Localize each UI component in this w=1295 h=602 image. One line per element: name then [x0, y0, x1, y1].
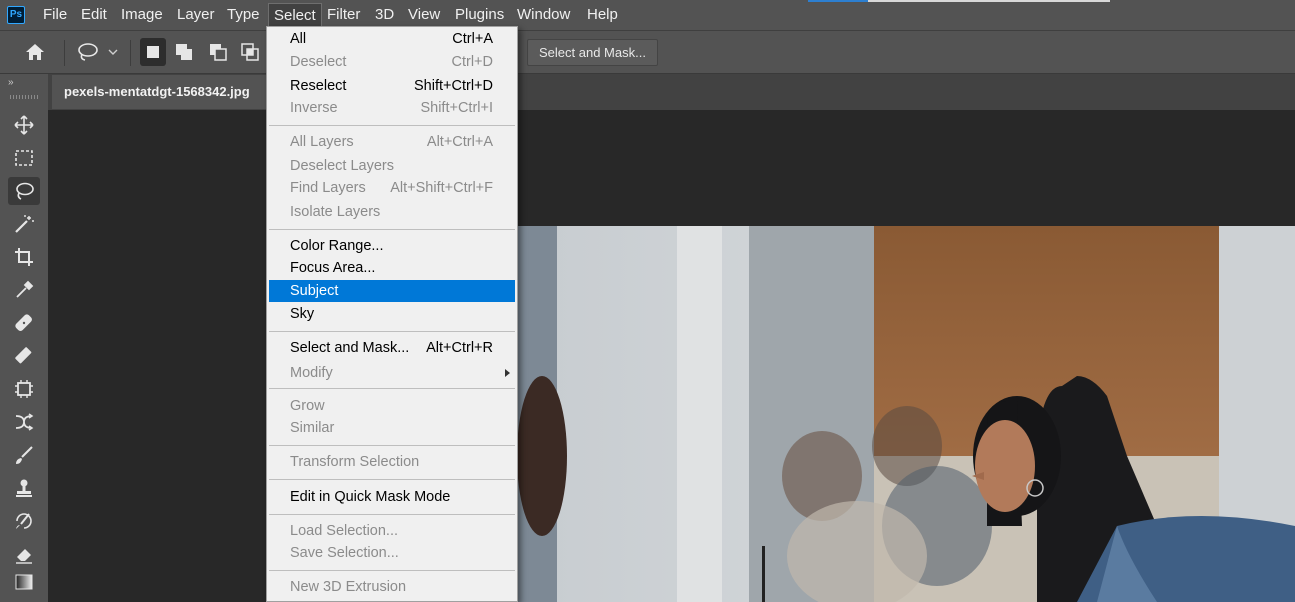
menu-item-save-selection[interactable]: Save Selection...	[269, 542, 515, 564]
subtract-from-selection-icon[interactable]	[206, 38, 232, 66]
menu-item-quick-mask-mode[interactable]: Edit in Quick Mask Mode	[269, 486, 515, 508]
title-accent-bar	[808, 0, 868, 2]
menu-separator	[269, 331, 515, 332]
menu-item-reselect[interactable]: Reselect Shift+Ctrl+D	[269, 75, 515, 97]
menu-item-subject[interactable]: Subject	[269, 280, 515, 302]
panel-grip[interactable]	[10, 95, 38, 99]
marquee-tool-icon[interactable]	[8, 144, 40, 172]
menu-item-new-3d-extrusion[interactable]: New 3D Extrusion	[269, 576, 515, 598]
menu-image[interactable]: Image	[121, 0, 163, 30]
eyedropper-tool-icon[interactable]	[8, 276, 40, 304]
menu-item-deselect-layers[interactable]: Deselect Layers	[269, 155, 515, 177]
title-search-bar	[868, 0, 1110, 2]
healing-brush-tool-icon[interactable]	[8, 309, 40, 337]
menu-item-focus-area[interactable]: Focus Area...	[269, 257, 515, 279]
paintbrush-tool-icon[interactable]	[8, 441, 40, 469]
menu-bar: Ps File Edit Image Layer Type Select Fil…	[0, 0, 1295, 30]
menu-file[interactable]: File	[43, 0, 67, 30]
move-tool-icon[interactable]	[8, 111, 40, 139]
clone-stamp-tool-icon[interactable]	[8, 474, 40, 502]
menu-item-load-selection[interactable]: Load Selection...	[269, 520, 515, 542]
menu-item-all-layers[interactable]: All Layers Alt+Ctrl+A	[269, 131, 515, 153]
home-icon[interactable]	[24, 41, 46, 68]
new-selection-mode-button[interactable]	[140, 38, 166, 66]
magic-wand-tool-icon[interactable]	[8, 210, 40, 238]
menu-select[interactable]: Select	[268, 3, 322, 27]
brush-tool-icon[interactable]	[8, 342, 40, 370]
add-to-selection-icon[interactable]	[172, 38, 198, 66]
tools-panel: »	[0, 74, 48, 602]
submenu-arrow-icon	[505, 369, 510, 377]
menu-type[interactable]: Type	[227, 0, 260, 30]
menu-window[interactable]: Window	[517, 0, 570, 30]
options-divider	[130, 40, 131, 66]
lasso-tool-preset-icon[interactable]	[76, 41, 122, 68]
frame-tool-icon[interactable]	[8, 375, 40, 403]
menu-item-isolate-layers[interactable]: Isolate Layers	[269, 201, 515, 223]
select-and-mask-button[interactable]: Select and Mask...	[527, 39, 658, 66]
content-aware-move-icon[interactable]	[8, 408, 40, 436]
intersect-selection-icon[interactable]	[238, 38, 264, 66]
menu-separator	[269, 445, 515, 446]
menu-item-find-layers[interactable]: Find Layers Alt+Shift+Ctrl+F	[269, 177, 515, 199]
document-image[interactable]	[517, 226, 1295, 602]
menu-item-grow[interactable]: Grow	[269, 395, 515, 417]
menu-separator	[269, 479, 515, 480]
menu-item-color-range[interactable]: Color Range...	[269, 235, 515, 257]
menu-item-similar[interactable]: Similar	[269, 417, 515, 439]
menu-item-select-and-mask[interactable]: Select and Mask... Alt+Ctrl+R	[269, 337, 515, 359]
crop-tool-icon[interactable]	[8, 243, 40, 271]
menu-separator	[269, 388, 515, 389]
document-tab[interactable]: pexels-mentatdgt-1568342.jpg	[52, 75, 272, 109]
menu-item-inverse[interactable]: Inverse Shift+Ctrl+I	[269, 97, 515, 119]
menu-layer[interactable]: Layer	[177, 0, 215, 30]
eraser-tool-icon[interactable]	[8, 540, 40, 568]
photoshop-logo: Ps	[7, 6, 25, 24]
history-brush-tool-icon[interactable]	[8, 507, 40, 535]
menu-item-transform-selection[interactable]: Transform Selection	[269, 451, 515, 473]
menu-edit[interactable]: Edit	[81, 0, 107, 30]
menu-item-sky[interactable]: Sky	[269, 303, 515, 325]
collapse-panel-button[interactable]: »	[8, 77, 14, 88]
lasso-tool-icon[interactable]	[8, 177, 40, 205]
menu-separator	[269, 125, 515, 126]
menu-separator	[269, 570, 515, 571]
menu-item-deselect[interactable]: Deselect Ctrl+D	[269, 51, 515, 73]
options-divider	[64, 40, 65, 66]
menu-separator	[269, 229, 515, 230]
menu-item-modify[interactable]: Modify	[269, 362, 515, 384]
select-menu-dropdown: All Ctrl+A Deselect Ctrl+D Reselect Shift+C…	[266, 26, 518, 602]
gradient-tool-icon[interactable]	[8, 568, 40, 596]
menu-separator	[269, 514, 515, 515]
menu-help[interactable]: Help	[587, 0, 618, 30]
menu-item-all[interactable]: All Ctrl+A	[269, 28, 515, 50]
